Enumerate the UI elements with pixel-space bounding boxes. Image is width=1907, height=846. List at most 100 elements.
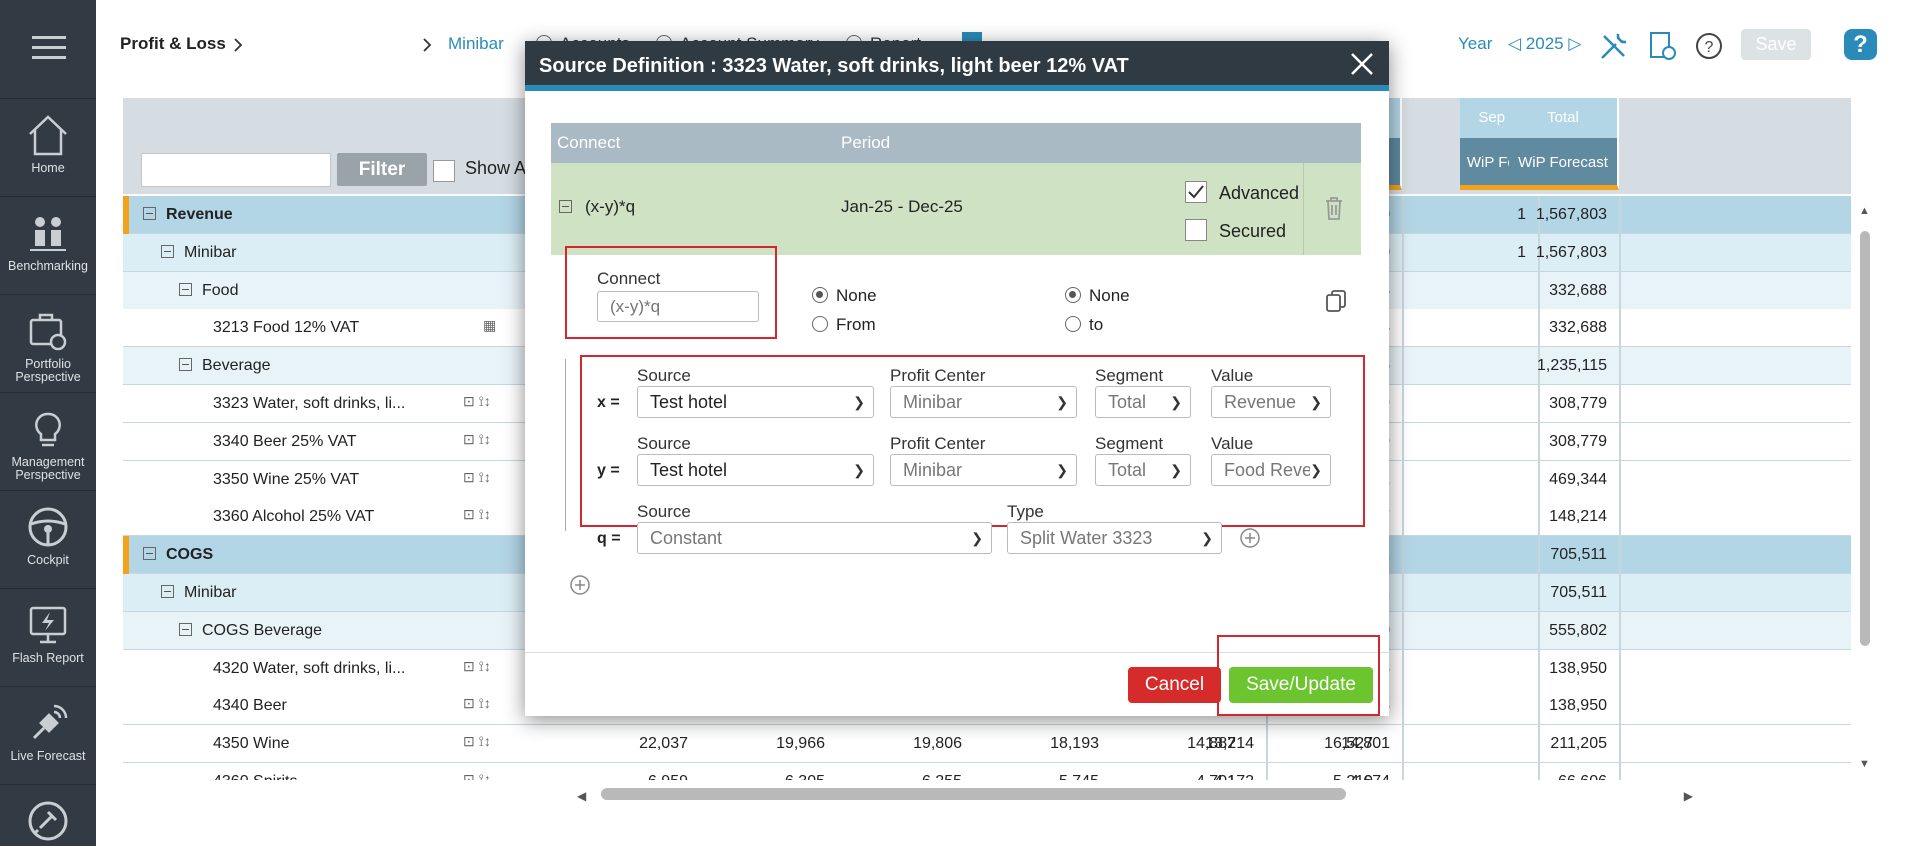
chevron-right-icon xyxy=(234,38,243,52)
x-val-select[interactable]: Revenue ❯ xyxy=(1211,386,1331,418)
horizontal-scrollbar[interactable]: ◀ ▶ xyxy=(565,786,1705,803)
sidebar-item-label: Live Forecast xyxy=(10,749,86,763)
steering-wheel-icon xyxy=(28,507,68,547)
add-definition-icon[interactable] xyxy=(569,574,591,596)
settings-document-icon[interactable] xyxy=(1648,30,1678,62)
filter-input[interactable] xyxy=(141,153,331,187)
portfolio-icon xyxy=(29,313,67,351)
chevron-right-icon xyxy=(423,38,432,52)
cell-value: 14,887 xyxy=(1187,735,1236,753)
collapse-icon[interactable] xyxy=(143,547,156,561)
x-pc-label: Profit Center xyxy=(890,366,986,385)
breadcrumb-minibar[interactable]: Minibar xyxy=(448,34,504,54)
q-variable: q = xyxy=(597,530,621,547)
table-row[interactable]: 4350 Wine ⊡ ⟟↕ 13,214 14,801 211,205 22,037 19… xyxy=(123,725,1851,764)
to-radio[interactable]: to xyxy=(1065,315,1103,335)
sidebar-item-portfolio[interactable]: Portfolio Perspective xyxy=(0,294,96,391)
cell-value: 5,219 xyxy=(1253,773,1373,780)
x-source-select[interactable]: Test hotel ❯ xyxy=(637,386,874,418)
help-circle-icon[interactable]: ? xyxy=(1694,31,1724,61)
source-link-icon[interactable]: ⊡ ⟟↕ xyxy=(463,771,523,780)
y-val-label: Value xyxy=(1211,434,1254,453)
sidebar-item-live-forecast[interactable]: Live Forecast xyxy=(0,686,96,783)
from-radio[interactable]: From xyxy=(812,315,876,335)
q-type-label: Type xyxy=(1007,502,1044,521)
y-pc-label: Profit Center xyxy=(890,434,986,453)
from-none-radio[interactable]: None xyxy=(812,286,877,306)
definition-row[interactable]: (x-y)*q Jan-25 - Dec-25 Advanced Secured xyxy=(551,163,1361,255)
tools-icon[interactable] xyxy=(1598,30,1630,62)
row-label: Food xyxy=(202,281,239,299)
add-operand-icon[interactable] xyxy=(1239,527,1261,549)
cell-value: 705,511 xyxy=(1550,546,1607,564)
secured-checkbox[interactable] xyxy=(1185,219,1207,241)
cancel-button[interactable]: Cancel xyxy=(1128,667,1221,703)
trash-icon[interactable] xyxy=(1323,195,1345,221)
scroll-right-icon[interactable]: ▶ xyxy=(1684,789,1693,803)
source-link-icon[interactable]: ⊡ ⟟↕ xyxy=(463,733,523,750)
vertical-scrollbar[interactable]: ▲ ▼ xyxy=(1858,205,1872,770)
filter-button[interactable]: Filter xyxy=(337,153,427,186)
connect-input[interactable] xyxy=(597,291,759,322)
save-update-button[interactable]: Save/Update xyxy=(1229,667,1373,703)
column-type-header: WiP Forecast xyxy=(1509,138,1619,190)
source-link-icon[interactable]: ⊡ ⟟↕ xyxy=(463,393,523,410)
source-link-icon[interactable]: ⊡ ⟟↕ xyxy=(463,506,523,523)
y-val-select[interactable]: Food Reve ❯ xyxy=(1211,454,1331,486)
y-pc-select[interactable]: Minibar ❯ xyxy=(890,454,1077,486)
sidebar-item-label: Portfolio Perspective xyxy=(15,357,81,384)
to-none-radio[interactable]: None xyxy=(1065,286,1130,306)
definition-table-header: Connect Period xyxy=(551,123,1361,163)
save-button[interactable]: Save xyxy=(1741,29,1811,60)
collapse-icon[interactable] xyxy=(559,197,582,217)
sidebar-item-flash-report[interactable]: Flash Report xyxy=(0,588,96,685)
year-selector[interactable]: ◁ 2025 ▷ xyxy=(1508,34,1581,54)
sidebar-item-home[interactable]: Home xyxy=(0,98,96,195)
sidebar-item-plug[interactable] xyxy=(0,784,96,846)
source-link-icon[interactable]: ⊡ ⟟↕ xyxy=(463,469,523,486)
cell-value: 1,235,115 xyxy=(1537,357,1607,375)
copy-icon[interactable] xyxy=(1325,289,1347,313)
sidebar-item-management[interactable]: Management Perspective xyxy=(0,392,96,489)
x-val-label: Value xyxy=(1211,366,1254,385)
cell-value: 16,527 xyxy=(1324,735,1373,753)
collapse-icon[interactable] xyxy=(179,358,192,372)
formula-text: (x-y)*q xyxy=(585,197,636,216)
chat-help-icon[interactable]: ? xyxy=(1844,29,1877,60)
row-label: 4320 Water, soft drinks, li... xyxy=(213,659,406,677)
y-source-select[interactable]: Test hotel ❯ xyxy=(637,454,874,486)
collapse-icon[interactable] xyxy=(179,622,192,636)
cell-value: 6,305 xyxy=(705,773,825,780)
cell-value: 19,806 xyxy=(913,735,962,753)
source-link-icon[interactable]: ⊡ ⟟↕ xyxy=(463,658,523,675)
scroll-left-icon[interactable]: ◀ xyxy=(577,789,586,803)
scrollbar-thumb[interactable] xyxy=(1860,231,1870,646)
table-row[interactable]: 4360 Spirits⊡ ⟟↕4,1724,67466,6066,9596,3… xyxy=(123,763,1851,780)
cell-value: 4,701 xyxy=(1116,773,1236,780)
sidebar-item-label: Management Perspective xyxy=(11,455,85,482)
collapse-icon[interactable] xyxy=(161,244,174,258)
period-type[interactable]: Year xyxy=(1458,34,1492,54)
sidebar-item-benchmarking[interactable]: Benchmarking xyxy=(0,196,96,293)
advanced-label: Advanced xyxy=(1219,183,1300,203)
scrollbar-thumb[interactable] xyxy=(601,788,1346,800)
sidebar-item-cockpit[interactable]: Cockpit xyxy=(0,490,96,587)
lightbulb-icon xyxy=(35,412,61,447)
advanced-checkbox[interactable] xyxy=(1185,181,1207,203)
hamburger-menu-icon[interactable] xyxy=(32,36,66,62)
collapse-icon[interactable] xyxy=(143,207,156,220)
y-seg-label: Segment xyxy=(1095,434,1164,453)
flash-report-icon xyxy=(29,606,67,644)
collapse-icon[interactable] xyxy=(161,585,174,598)
collapse-icon[interactable] xyxy=(179,282,192,296)
q-source-select[interactable]: Constant ❯ xyxy=(637,522,992,554)
source-link-icon[interactable]: ⊡ ⟟↕ xyxy=(463,695,523,712)
show-all-checkbox[interactable] xyxy=(433,160,455,182)
close-icon[interactable] xyxy=(1347,49,1377,79)
y-seg-select[interactable]: Total ❯ xyxy=(1095,454,1191,486)
sidebar-item-label: Home xyxy=(31,161,65,175)
x-seg-select[interactable]: Total ❯ xyxy=(1095,386,1191,418)
source-link-icon[interactable]: ⊡ ⟟↕ xyxy=(463,431,523,448)
q-type-select[interactable]: Split Water 3323 ❯ xyxy=(1007,522,1222,554)
x-pc-select[interactable]: Minibar ❯ xyxy=(890,386,1077,418)
